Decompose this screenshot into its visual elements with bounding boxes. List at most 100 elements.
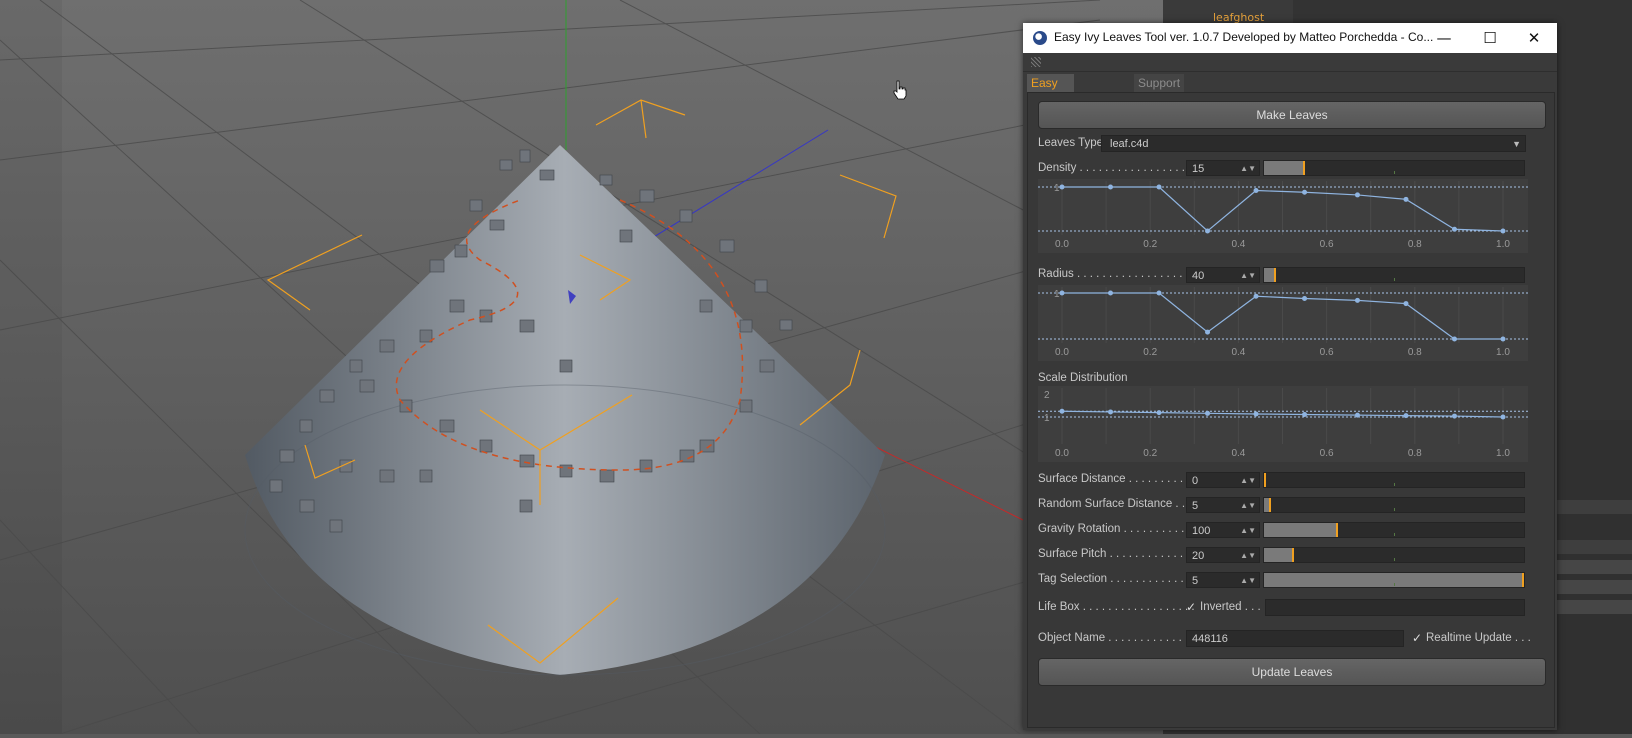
easy-ivy-dialog: Easy Ivy Leaves Tool ver. 1.0.7 Develope… bbox=[1023, 23, 1557, 730]
curve-point bbox=[1253, 293, 1259, 299]
curve-point bbox=[1253, 411, 1259, 417]
x-tick-label: 0.8 bbox=[1408, 448, 1422, 459]
tool-content: Make Leaves Leaves Type . . . . . leaf.c… bbox=[1027, 92, 1555, 728]
window-title: Easy Ivy Leaves Tool ver. 1.0.7 Develope… bbox=[1054, 30, 1434, 44]
spinner-icon[interactable]: ▲▼ bbox=[1240, 161, 1256, 177]
curve-point bbox=[1108, 409, 1114, 415]
radius-curve-graph[interactable]: 0.0 0.2 0.4 0.6 0.8 1.0 1 bbox=[1038, 285, 1528, 361]
curve-point bbox=[1451, 336, 1457, 342]
x-tick-label: 0.0 bbox=[1055, 239, 1069, 250]
curve-point bbox=[1354, 412, 1360, 418]
cinema4d-app-icon bbox=[1033, 31, 1047, 45]
scale-distribution-graph[interactable]: 0.0 0.2 0.4 0.6 0.8 1.0 2 1 bbox=[1038, 386, 1528, 462]
surface-distance-label: Surface Distance . . . . . . . . . . . bbox=[1038, 473, 1196, 485]
surface-distance-slider[interactable] bbox=[1263, 472, 1525, 488]
tag-selection-slider[interactable] bbox=[1263, 572, 1525, 588]
spinner-icon[interactable]: ▲▼ bbox=[1240, 268, 1256, 284]
curve-point bbox=[1059, 408, 1065, 414]
life-box-label: Life Box . . . . . . . . . . . . . . . .… bbox=[1038, 601, 1195, 613]
object-name-input[interactable]: 448116 bbox=[1186, 630, 1404, 647]
x-tick-label: 0.2 bbox=[1143, 239, 1157, 250]
curve-point bbox=[1156, 184, 1162, 190]
x-tick-label: 0.4 bbox=[1231, 347, 1245, 358]
inverted-label: Inverted . . . bbox=[1200, 601, 1261, 613]
gravity-rotation-value: 100 bbox=[1192, 525, 1211, 537]
curve-point bbox=[1403, 196, 1409, 202]
tag-selection-value: 5 bbox=[1192, 575, 1199, 587]
spinner-icon[interactable]: ▲▼ bbox=[1240, 473, 1256, 489]
surface-pitch-value: 20 bbox=[1192, 550, 1205, 562]
curve-point bbox=[1403, 301, 1409, 307]
x-tick-label: 0.8 bbox=[1408, 239, 1422, 250]
curve-point bbox=[1302, 296, 1308, 302]
curve-point bbox=[1108, 184, 1114, 190]
x-tick-label: 0.0 bbox=[1055, 448, 1069, 459]
random-surface-distance-input[interactable]: 5 ▲▼ bbox=[1186, 497, 1260, 513]
tag-selection-input[interactable]: 5 ▲▼ bbox=[1186, 572, 1260, 588]
tag-selection-label: Tag Selection . . . . . . . . . . . . . bbox=[1038, 573, 1191, 585]
density-input[interactable]: 15 ▲▼ bbox=[1186, 160, 1260, 176]
spinner-icon[interactable]: ▲▼ bbox=[1240, 498, 1256, 514]
random-surface-distance-value: 5 bbox=[1192, 500, 1199, 512]
x-tick-label: 0.6 bbox=[1320, 347, 1334, 358]
curve-point bbox=[1500, 414, 1506, 420]
inverted-checkbox[interactable]: ✓ bbox=[1186, 601, 1198, 613]
gravity-rotation-input[interactable]: 100 ▲▼ bbox=[1186, 522, 1260, 538]
curve-point bbox=[1500, 228, 1506, 234]
curve-point bbox=[1500, 336, 1506, 342]
scale-distribution-label: Scale Distribution bbox=[1038, 372, 1128, 384]
x-tick-label: 0.2 bbox=[1143, 448, 1157, 459]
radius-input[interactable]: 40 ▲▼ bbox=[1186, 267, 1260, 283]
title-bar[interactable]: Easy Ivy Leaves Tool ver. 1.0.7 Develope… bbox=[1023, 23, 1557, 53]
hand-cursor-icon bbox=[893, 80, 907, 100]
curve-point bbox=[1403, 413, 1409, 419]
curve-point bbox=[1059, 184, 1065, 190]
life-box-field[interactable] bbox=[1265, 599, 1525, 616]
radius-value: 40 bbox=[1192, 270, 1205, 282]
surface-pitch-slider[interactable] bbox=[1263, 547, 1525, 563]
gravity-rotation-slider[interactable] bbox=[1263, 522, 1525, 538]
x-tick-label: 0.2 bbox=[1143, 347, 1157, 358]
leaves-type-value: leaf.c4d bbox=[1110, 138, 1149, 150]
curve-point bbox=[1354, 192, 1360, 198]
curve-point bbox=[1108, 290, 1114, 296]
x-tick-label: 0.0 bbox=[1055, 347, 1069, 358]
spinner-icon[interactable]: ▲▼ bbox=[1240, 573, 1256, 589]
curve-point bbox=[1059, 290, 1065, 296]
close-button[interactable]: ✕ bbox=[1511, 23, 1557, 53]
curve-point bbox=[1156, 290, 1162, 296]
spinner-icon[interactable]: ▲▼ bbox=[1240, 523, 1256, 539]
density-label: Density . . . . . . . . . . . . . . . . … bbox=[1038, 162, 1192, 174]
curve-point bbox=[1451, 226, 1457, 232]
make-leaves-button[interactable]: Make Leaves bbox=[1038, 101, 1546, 129]
grip-icon[interactable] bbox=[1031, 57, 1041, 67]
curve-point bbox=[1354, 297, 1360, 303]
tab-easy-ivy-leaves-tool[interactable]: Easy Ivy Leaves Tool bbox=[1027, 74, 1074, 144]
density-value: 15 bbox=[1192, 163, 1205, 175]
curve-point bbox=[1302, 411, 1308, 417]
surface-pitch-input[interactable]: 20 ▲▼ bbox=[1186, 547, 1260, 563]
x-tick-label: 1.0 bbox=[1496, 239, 1510, 250]
spinner-icon[interactable]: ▲▼ bbox=[1240, 548, 1256, 564]
object-name-label: Object Name . . . . . . . . . . . . . . bbox=[1038, 632, 1195, 644]
minimize-button[interactable]: — bbox=[1421, 23, 1467, 53]
density-slider[interactable] bbox=[1263, 160, 1525, 176]
maximize-button[interactable]: ☐ bbox=[1467, 23, 1513, 53]
density-curve-graph[interactable]: 0.0 0.2 0.4 0.6 0.8 1.0 1 bbox=[1038, 179, 1528, 253]
curve-point bbox=[1156, 410, 1162, 416]
update-leaves-button[interactable]: Update Leaves bbox=[1038, 658, 1546, 686]
curve-point bbox=[1205, 329, 1211, 335]
realtime-update-label: Realtime Update . . . bbox=[1426, 632, 1531, 644]
y-tick-label: 1 bbox=[1044, 413, 1050, 424]
x-tick-label: 1.0 bbox=[1496, 448, 1510, 459]
random-surface-distance-slider[interactable] bbox=[1263, 497, 1525, 513]
tab-support[interactable]: Support bbox=[1134, 74, 1185, 92]
surface-distance-input[interactable]: 0 ▲▼ bbox=[1186, 472, 1260, 488]
panel-grip-row bbox=[1023, 53, 1557, 72]
curve-point bbox=[1302, 189, 1308, 195]
realtime-update-checkbox[interactable]: ✓ bbox=[1412, 632, 1424, 644]
curve-point bbox=[1253, 188, 1259, 194]
leaves-type-dropdown[interactable]: leaf.c4d ▼ bbox=[1101, 135, 1526, 152]
x-tick-label: 0.6 bbox=[1320, 448, 1334, 459]
radius-slider[interactable] bbox=[1263, 267, 1525, 283]
